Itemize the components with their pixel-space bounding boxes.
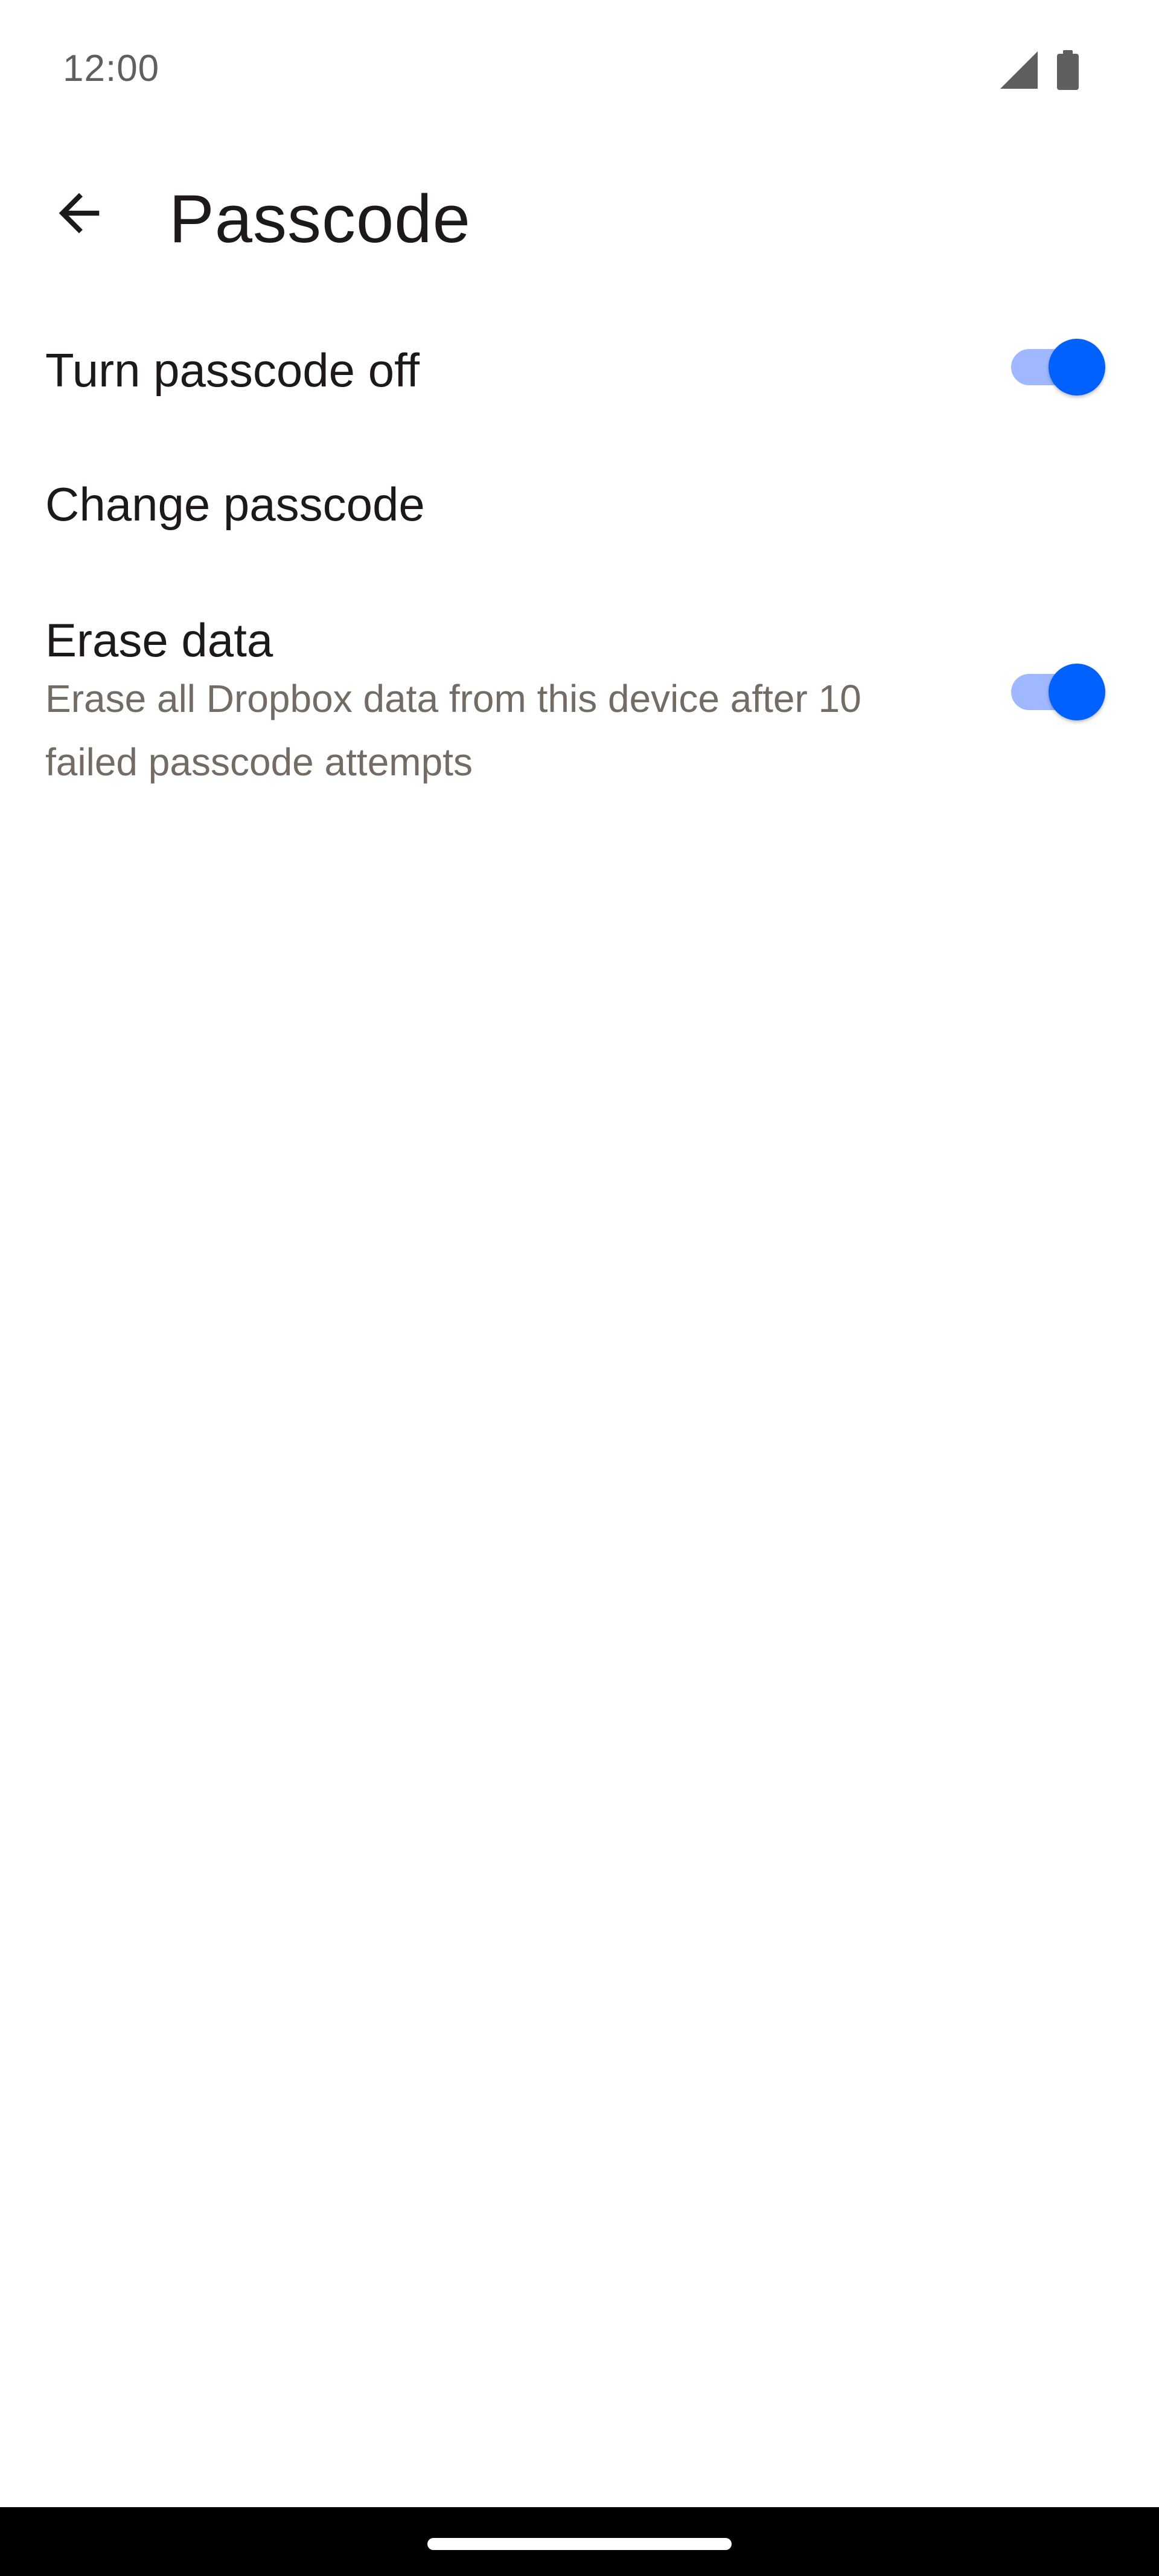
setting-erase-data[interactable]: Erase data Erase all Dropbox data from t… bbox=[0, 598, 1159, 815]
erase-data-toggle[interactable] bbox=[1011, 664, 1108, 720]
setting-title: Change passcode bbox=[45, 478, 425, 531]
setting-turn-passcode-off[interactable]: Turn passcode off bbox=[0, 326, 1159, 447]
setting-summary: Erase all Dropbox data from this device … bbox=[45, 677, 861, 784]
turn-passcode-off-toggle[interactable] bbox=[1011, 339, 1108, 396]
arrow-left-icon bbox=[59, 193, 100, 234]
status-bar: 12:00 bbox=[0, 0, 1159, 139]
setting-change-passcode[interactable]: Change passcode bbox=[0, 462, 1159, 583]
status-time: 12:00 bbox=[63, 48, 160, 89]
page-title: Passcode bbox=[169, 181, 471, 257]
app-bar: Passcode bbox=[0, 169, 1159, 278]
toggle-thumb bbox=[1049, 339, 1105, 396]
signal-icon bbox=[1000, 51, 1038, 89]
battery-icon bbox=[1057, 50, 1079, 90]
home-indicator[interactable] bbox=[427, 2538, 732, 2550]
setting-title: Erase data bbox=[45, 614, 273, 667]
navigation-bar bbox=[0, 2507, 1159, 2576]
toggle-thumb bbox=[1049, 664, 1105, 720]
setting-title: Turn passcode off bbox=[45, 344, 420, 397]
back-button[interactable] bbox=[40, 174, 118, 252]
